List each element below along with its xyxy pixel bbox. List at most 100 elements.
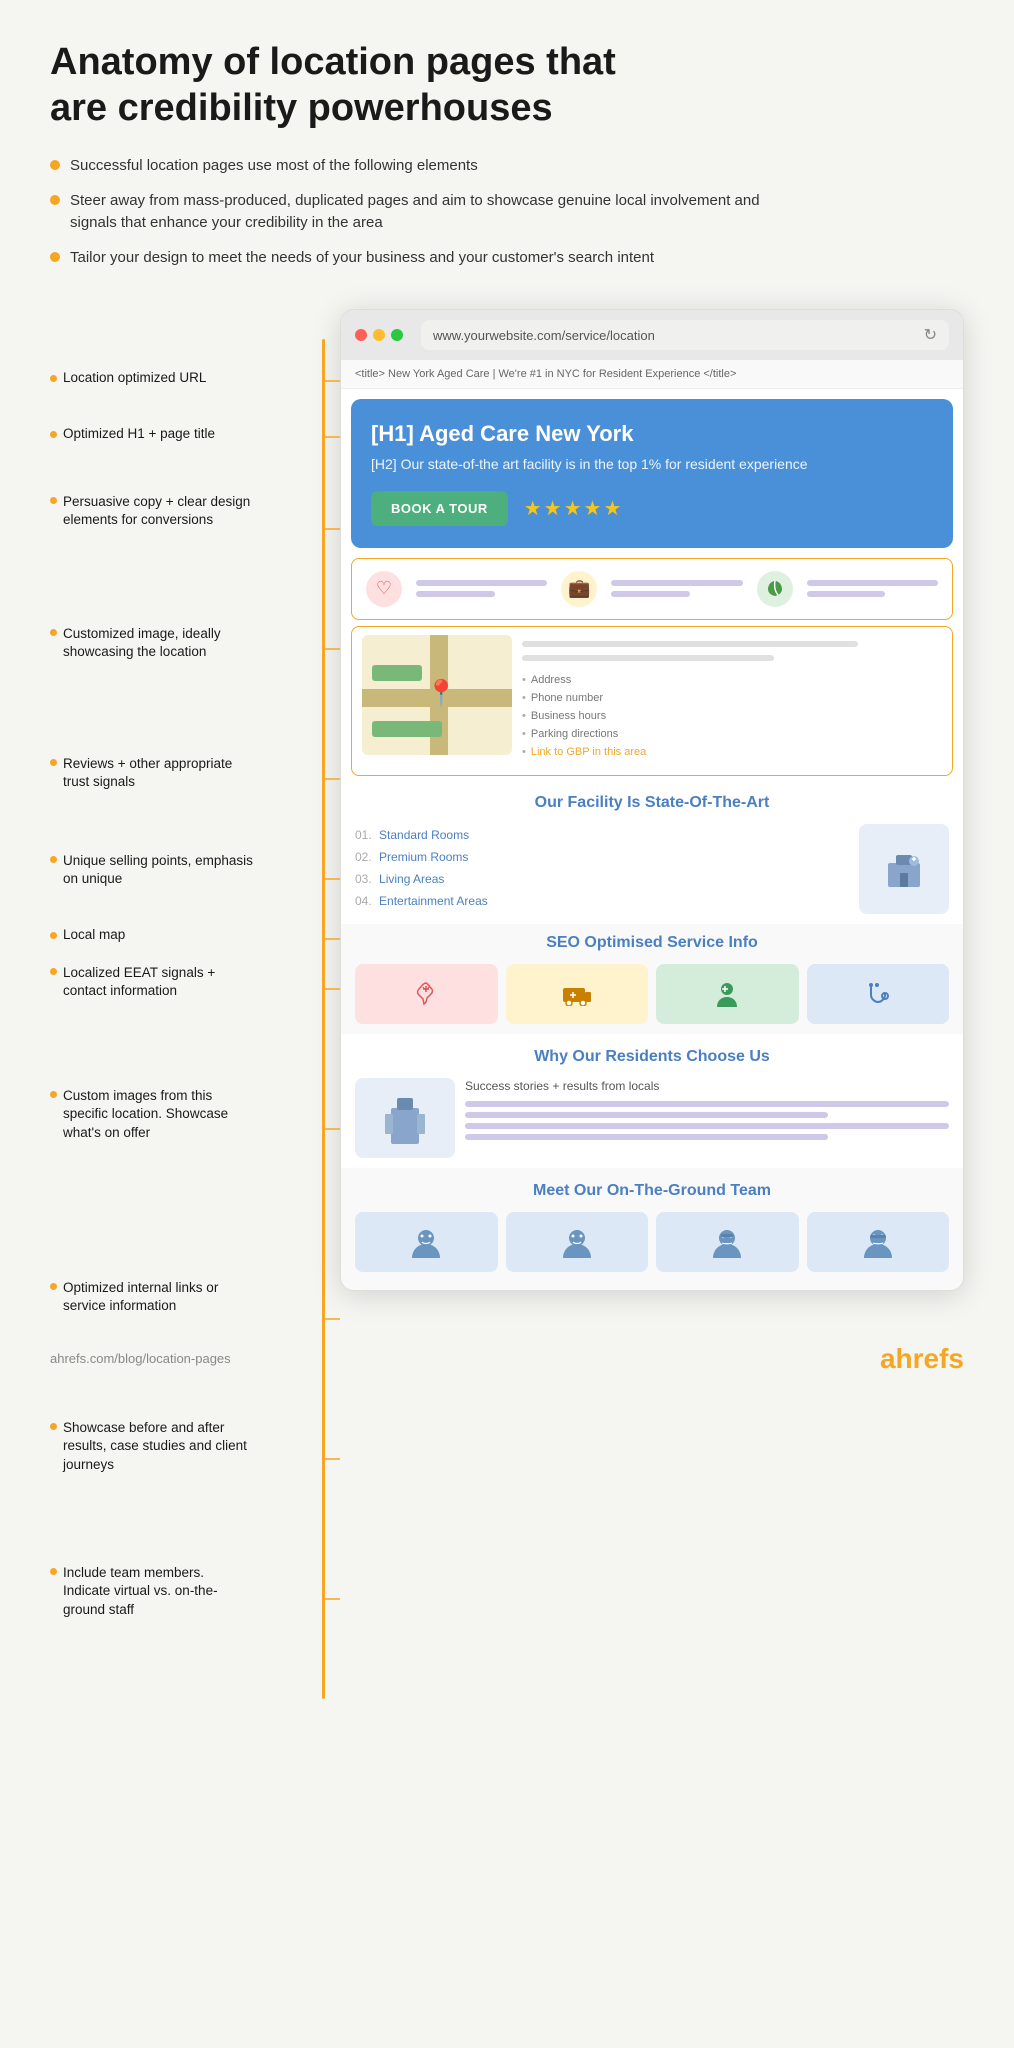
map-info-section: 📍 Address Phone number Business hours Pa… — [351, 626, 953, 776]
book-tour-button[interactable]: BOOK A TOUR — [371, 491, 508, 526]
bullet-dot — [50, 252, 60, 262]
connector-dot-custom-images — [50, 1091, 57, 1098]
team-avatars-row — [355, 1212, 949, 1272]
gbp-link-item[interactable]: Link to GBP in this area — [522, 743, 942, 761]
trust-line-short — [807, 591, 886, 597]
star-rating: ★★★★★ — [524, 496, 624, 521]
address-bar[interactable]: www.yourwebsite.com/service/location ↻ — [421, 320, 949, 350]
facility-content: 01. Standard Rooms 02. Premium Rooms 03.… — [355, 824, 949, 914]
page-title: Anatomy of location pages that are credi… — [50, 40, 650, 131]
maximize-dot[interactable] — [391, 329, 403, 341]
seo-section: SEO Optimised Service Info — [341, 924, 963, 1034]
map-pin-icon: 📍 — [425, 680, 457, 706]
close-dot[interactable] — [355, 329, 367, 341]
label-custom-images: Custom images from this specific locatio… — [50, 1087, 253, 1142]
map-box: 📍 — [362, 635, 512, 755]
label-image: Customized image, ideally showcasing the… — [50, 625, 253, 661]
room-item-1[interactable]: 01. Standard Rooms — [355, 824, 849, 846]
why-line-med — [465, 1112, 828, 1118]
bullet-item-1: Successful location pages use most of th… — [50, 155, 770, 178]
trust-line — [611, 580, 742, 586]
why-line-full — [465, 1123, 949, 1129]
leaf-icon — [757, 571, 793, 607]
facility-rooms-list: 01. Standard Rooms 02. Premium Rooms 03.… — [355, 824, 849, 914]
why-section: Why Our Residents Choose Us Success stor… — [341, 1034, 963, 1168]
browser-titlebar: www.yourwebsite.com/service/location ↻ — [341, 310, 963, 360]
heart-icon: ♡ — [366, 571, 402, 607]
trust-line-short — [611, 591, 690, 597]
bullet-item-3: Tailor your design to meet the needs of … — [50, 247, 770, 270]
label-eeat: Localized EEAT signals + contact informa… — [50, 964, 253, 1000]
minimize-dot[interactable] — [373, 329, 385, 341]
connector-dot-copy — [50, 497, 57, 504]
label-team: Include team members. Indicate virtual v… — [50, 1564, 253, 1619]
connector-dot-team — [50, 1568, 57, 1575]
label-map: Local map — [50, 926, 125, 944]
url-text: www.yourwebsite.com/service/location — [433, 328, 924, 343]
bullet-list: Successful location pages use most of th… — [50, 155, 964, 269]
reload-icon[interactable]: ↻ — [924, 325, 937, 345]
connector-dot-reviews — [50, 759, 57, 766]
room-item-2[interactable]: 02. Premium Rooms — [355, 846, 849, 868]
ambulance-icon-box — [506, 964, 649, 1024]
trust-signals-row: ♡ 💼 — [351, 558, 953, 620]
label-case-studies: Showcase before and after results, case … — [50, 1419, 253, 1474]
room-item-3[interactable]: 03. Living Areas — [355, 868, 849, 890]
connector-dot-h1 — [50, 431, 57, 438]
connector-dot-image — [50, 629, 57, 636]
hero-h1: [H1] Aged Care New York — [371, 421, 933, 447]
seo-icons-row — [355, 964, 949, 1024]
footer: ahrefs.com/blog/location-pages ahrefs — [50, 1327, 964, 1375]
team-avatar-4 — [807, 1212, 950, 1272]
connector-dot-internal-links — [50, 1283, 57, 1290]
hero-h2: [H2] Our state-of-the art facility is in… — [371, 455, 933, 475]
why-line-full — [465, 1101, 949, 1107]
nurse-icon-box — [656, 964, 799, 1024]
parking-item: Parking directions — [522, 725, 942, 743]
title-tag-text: <title> New York Aged Care | We're #1 in… — [355, 368, 736, 380]
briefcase-icon: 💼 — [561, 571, 597, 607]
connector-dot-case-studies — [50, 1423, 57, 1430]
seo-heading: SEO Optimised Service Info — [355, 934, 949, 952]
hero-section: [H1] Aged Care New York [H2] Our state-o… — [351, 399, 953, 548]
annotation-area: Location optimized URL Optimized H1 + pa… — [50, 309, 964, 1291]
connector-dot-eeat — [50, 968, 57, 975]
connector-dot-usp — [50, 856, 57, 863]
why-text-area: Success stories + results from locals — [465, 1078, 949, 1158]
label-internal-links: Optimized internal links or service info… — [50, 1279, 253, 1315]
map-green-block-2 — [372, 721, 442, 737]
info-line-placeholder — [522, 641, 858, 647]
title-tag-bar: <title> New York Aged Care | We're #1 in… — [341, 360, 963, 389]
trust-lines-2 — [611, 580, 742, 597]
hours-item: Business hours — [522, 707, 942, 725]
label-usp: Unique selling points, emphasis on uniqu… — [50, 852, 253, 888]
facility-heading: Our Facility Is State-Of-The-Art — [355, 794, 949, 812]
label-copy: Persuasive copy + clear design elements … — [50, 493, 253, 529]
why-line-med — [465, 1134, 828, 1140]
bullet-item-2: Steer away from mass-produced, duplicate… — [50, 190, 770, 235]
label-h1: Optimized H1 + page title — [50, 425, 215, 443]
trust-line-short — [416, 591, 495, 597]
team-avatar-3 — [656, 1212, 799, 1272]
footer-brand: ahrefs — [880, 1343, 964, 1375]
team-heading: Meet Our On-The-Ground Team — [355, 1182, 949, 1200]
footer-url: ahrefs.com/blog/location-pages — [50, 1351, 231, 1366]
stethoscope-icon-box — [807, 964, 950, 1024]
facility-section: Our Facility Is State-Of-The-Art 01. Sta… — [341, 780, 963, 924]
room-item-4[interactable]: 04. Entertainment Areas — [355, 890, 849, 912]
label-reviews: Reviews + other appropriate trust signal… — [50, 755, 253, 791]
why-image-placeholder — [355, 1078, 455, 1158]
success-text: Success stories + results from locals — [465, 1078, 949, 1095]
connector-dot-url — [50, 375, 57, 382]
browser-mockup: www.yourwebsite.com/service/location ↻ <… — [340, 309, 964, 1291]
map-info-list: Address Phone number Business hours Park… — [522, 635, 942, 767]
info-line-placeholder — [522, 655, 774, 661]
address-item: Address — [522, 671, 942, 689]
facility-image-placeholder — [859, 824, 949, 914]
hero-bottom: BOOK A TOUR ★★★★★ — [371, 491, 933, 526]
why-lines — [465, 1101, 949, 1140]
trust-lines-1 — [416, 580, 547, 597]
team-avatar-1 — [355, 1212, 498, 1272]
trust-lines-3 — [807, 580, 938, 597]
browser-window: www.yourwebsite.com/service/location ↻ <… — [340, 309, 964, 1291]
